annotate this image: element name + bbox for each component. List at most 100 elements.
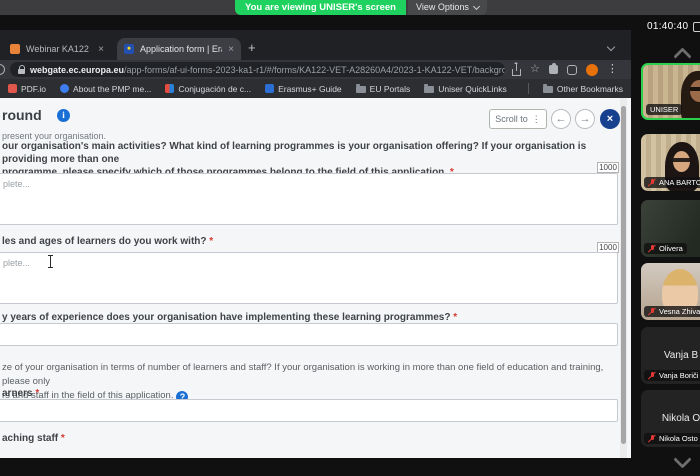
tab-webinar[interactable]: Webinar KA122 SERBIA – Goog × <box>3 38 111 60</box>
mic-muted-icon <box>648 434 656 443</box>
bookmark-pmp[interactable]: About the PMP me... <box>60 84 151 94</box>
bookmark-label: Erasmus+ Guide <box>278 83 342 94</box>
bookmark-star-icon[interactable]: ☆ <box>530 64 540 75</box>
meeting-top-bar: You are viewing UNISER's screen View Opt… <box>0 0 700 15</box>
participant-tile-uniser[interactable]: UNISER <box>641 63 700 120</box>
tab-close-icon[interactable]: × <box>228 44 234 55</box>
participant-tile-vesna[interactable]: Vesna Zhiva <box>641 263 700 320</box>
new-tab-button[interactable]: + <box>248 40 256 55</box>
previous-section-button[interactable]: ← <box>551 109 571 129</box>
tab-search-chevron-icon[interactable] <box>606 42 616 52</box>
share-icon[interactable] <box>512 61 521 76</box>
mic-muted-icon <box>648 307 656 316</box>
participant-tile-nikola[interactable]: Nikola O Nikola Osto <box>641 390 700 447</box>
page-url: webgate.ec.europa.eu/app-forms/af-ui-for… <box>30 65 505 75</box>
kebab-menu-icon: ⋮ <box>531 113 541 124</box>
participant-video <box>681 71 700 118</box>
viewing-screen-banner: You are viewing UNISER's screen <box>235 0 406 15</box>
profile-avatar[interactable] <box>585 63 598 76</box>
number-of-learners-input[interactable] <box>0 399 618 422</box>
mic-muted-icon <box>648 178 656 187</box>
learners-label: arners * <box>2 388 40 399</box>
tab-application-form[interactable]: Application form | Erasmus+ an × <box>117 38 241 60</box>
participant-tile-vanja[interactable]: Vanja B Vanja Boriči <box>641 327 700 384</box>
tab-title: Application form | Erasmus+ an <box>140 44 222 54</box>
browser-menu-icon[interactable]: ⋮ <box>607 64 618 75</box>
bookmark-folder-uniser[interactable]: Uniser QuickLinks <box>424 83 507 94</box>
folder-icon <box>424 83 435 93</box>
folder-icon <box>355 83 366 93</box>
scroll-to-button[interactable]: Scroll to ⋮ <box>489 109 547 129</box>
next-section-button[interactable]: → <box>575 109 595 129</box>
section-title: round <box>2 107 42 123</box>
reload-icon[interactable] <box>0 64 5 75</box>
lock-icon[interactable] <box>18 65 25 74</box>
more-participants-chevron-down-icon[interactable] <box>673 450 692 469</box>
gallery-view-icon[interactable] <box>693 22 700 32</box>
address-bar[interactable]: webgate.ec.europa.eu/app-forms/af-ui-for… <box>10 62 505 77</box>
bookmarks-bar: PDF.io About the PMP me... Conjugación d… <box>0 79 631 98</box>
chevron-down-icon <box>472 2 480 11</box>
paragraph-text: ze of your organisation in terms of numb… <box>2 362 604 387</box>
erasmus-tab-favicon <box>124 44 134 54</box>
bookmark-erasmus-guide[interactable]: Erasmus+ Guide <box>265 84 342 94</box>
bookmark-label: Uniser QuickLinks <box>438 83 507 94</box>
participant-name-label: ANA BARTO <box>644 177 700 188</box>
years-experience-input[interactable] <box>0 323 618 346</box>
bookmark-folder-eu-portals[interactable]: EU Portals <box>355 83 410 94</box>
folder-icon <box>542 83 553 93</box>
tab-title: Webinar KA122 SERBIA – Goog <box>26 44 92 54</box>
required-asterisk: * <box>35 388 40 399</box>
participant-name-label: Vanja Boriči <box>644 370 700 381</box>
other-bookmarks[interactable]: Other Bookmarks <box>542 83 623 94</box>
toolbar-icons: ☆ ⋮ <box>512 60 618 79</box>
tab-groups-icon[interactable] <box>566 64 577 75</box>
required-asterisk: * <box>60 433 65 444</box>
pdf-icon <box>8 84 17 93</box>
extensions-puzzle-icon[interactable] <box>548 62 558 74</box>
participant-name-label: Olivera <box>644 243 687 254</box>
question-text: y years of experience does your organisa… <box>2 312 451 323</box>
bookmark-pdfio[interactable]: PDF.io <box>8 84 46 94</box>
pmp-icon <box>60 84 70 93</box>
learner-profiles-textarea[interactable] <box>0 252 618 304</box>
application-form-page: round i Scroll to ⋮ ← → × present your o… <box>0 98 631 458</box>
bookmark-label: About the PMP me... <box>73 83 152 94</box>
teaching-staff-label: aching staff * <box>2 433 65 444</box>
question-text: our organisation's main activities? What… <box>2 141 587 165</box>
conjugation-icon <box>165 84 175 93</box>
meeting-timer: 01:40:40 <box>647 21 689 32</box>
scrollbar-thumb[interactable] <box>621 106 626 444</box>
participant-tile-olivera[interactable]: Olivera <box>641 200 700 257</box>
question-learner-profiles: les and ages of learners do you work wit… <box>2 235 608 248</box>
info-icon[interactable]: i <box>57 109 70 122</box>
browser-window: Webinar KA122 SERBIA – Goog × Applicatio… <box>0 30 631 458</box>
participant-tile-ana[interactable]: ANA BARTO <box>641 134 700 191</box>
question-text: les and ages of learners do you work wit… <box>2 236 207 247</box>
main-activities-textarea[interactable] <box>0 173 618 225</box>
erasmus-icon <box>265 84 275 93</box>
participant-name-label: Vesna Zhiva <box>644 306 700 317</box>
participant-name-label: UNISER <box>646 104 683 115</box>
page-scrollbar[interactable] <box>620 98 627 458</box>
url-domain: webgate.ec.europa.eu <box>30 64 125 75</box>
view-options-label: View Options <box>415 2 469 12</box>
tab-close-icon[interactable]: × <box>98 44 104 55</box>
webinar-tab-favicon <box>10 44 20 54</box>
zoom-meeting-screen: You are viewing UNISER's screen View Opt… <box>0 0 700 476</box>
required-asterisk: * <box>209 236 214 247</box>
mic-muted-icon <box>648 244 656 253</box>
screen-share-banner-group: You are viewing UNISER's screen View Opt… <box>235 0 487 15</box>
browser-tab-strip: Webinar KA122 SERBIA – Goog × Applicatio… <box>0 30 631 60</box>
char-counter: 1000 <box>597 162 619 173</box>
text-cursor <box>48 255 53 268</box>
view-options-button[interactable]: View Options <box>407 0 487 15</box>
close-section-button[interactable]: × <box>600 109 620 129</box>
bookmark-conjugacion[interactable]: Conjugación de c... <box>165 84 251 94</box>
organisation-size-text: ze of your organisation in terms of numb… <box>2 361 614 403</box>
browser-toolbar: webgate.ec.europa.eu/app-forms/af-ui-for… <box>0 60 631 79</box>
bookmark-label: Other Bookmarks <box>556 83 623 94</box>
bookmarks-separator <box>527 83 529 94</box>
url-path: /app-forms/af-ui-forms-2023-ka1-r1/#/for… <box>124 64 505 75</box>
scroll-to-label: Scroll to <box>495 114 528 124</box>
